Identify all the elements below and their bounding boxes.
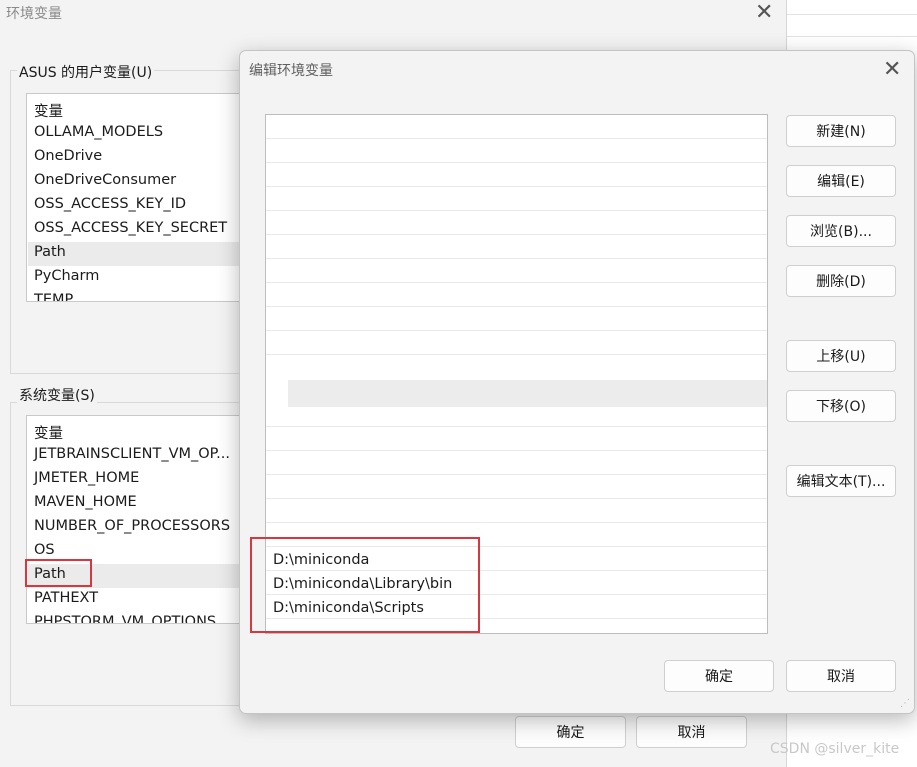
system-variables-list[interactable]: 变量 JETBRAINSCLIENT_VM_OP... JMETER_HOME … (26, 415, 252, 624)
list-item[interactable]: OneDriveConsumer (34, 172, 176, 188)
env-ok-button[interactable]: 确定 (515, 716, 626, 748)
watermark: CSDN @silver_kite (770, 741, 900, 757)
dialog-title: 编辑环境变量 (249, 63, 333, 79)
list-item[interactable]: JMETER_HOME (34, 470, 139, 486)
list-item[interactable]: TEMP (34, 292, 73, 301)
list-item[interactable]: JETBRAINSCLIENT_VM_OP... (34, 446, 230, 462)
list-item[interactable]: OLLAMA_MODELS (34, 124, 163, 140)
dialog-ok-button[interactable]: 确定 (664, 660, 774, 692)
system-variables-group-label: 系统变量(S) (17, 385, 97, 405)
dialog-close-icon[interactable]: ✕ (883, 57, 901, 82)
env-window-close-icon[interactable]: ✕ (755, 0, 773, 25)
list-item[interactable]: PATHEXT (34, 590, 98, 606)
user-variables-group-label: ASUS 的用户变量(U) (17, 62, 155, 82)
list-item[interactable]: OneDrive (34, 148, 102, 164)
user-variables-list[interactable]: 变量 OLLAMA_MODELS OneDrive OneDriveConsum… (26, 93, 252, 302)
move-down-button[interactable]: 下移(O) (786, 390, 896, 422)
edit-env-variable-dialog: 编辑环境变量 ✕ D:\miniconda D:\miniconda\Libra… (239, 50, 915, 714)
list-item[interactable]: OSS_ACCESS_KEY_SECRET (34, 220, 227, 236)
env-cancel-button[interactable]: 取消 (636, 716, 747, 748)
browse-button[interactable]: 浏览(B)... (786, 215, 896, 247)
list-item[interactable]: OS (34, 542, 55, 558)
dialog-cancel-button[interactable]: 取消 (786, 660, 896, 692)
list-item-path[interactable]: Path (34, 244, 66, 260)
list-item[interactable]: PHPSTORM_VM_OPTIONS (34, 614, 216, 623)
list-item[interactable]: MAVEN_HOME (34, 494, 137, 510)
resize-grip-icon[interactable]: ⋰ (900, 698, 910, 709)
delete-button[interactable]: 删除(D) (786, 265, 896, 297)
list-item[interactable]: NUMBER_OF_PROCESSORS (34, 518, 230, 534)
new-button[interactable]: 新建(N) (786, 115, 896, 147)
system-vars-header[interactable]: 变量 (34, 422, 63, 443)
edit-button[interactable]: 编辑(E) (786, 165, 896, 197)
system-path-highlight-box (25, 559, 92, 587)
path-entry-selected-row (288, 380, 767, 407)
user-vars-header[interactable]: 变量 (34, 100, 63, 121)
list-item[interactable]: OSS_ACCESS_KEY_ID (34, 196, 186, 212)
move-up-button[interactable]: 上移(U) (786, 340, 896, 372)
edit-text-button[interactable]: 编辑文本(T)... (786, 465, 896, 497)
miniconda-entries-highlight-box (250, 537, 480, 633)
env-window-title: 环境变量 (6, 6, 62, 22)
list-item[interactable]: PyCharm (34, 268, 99, 284)
